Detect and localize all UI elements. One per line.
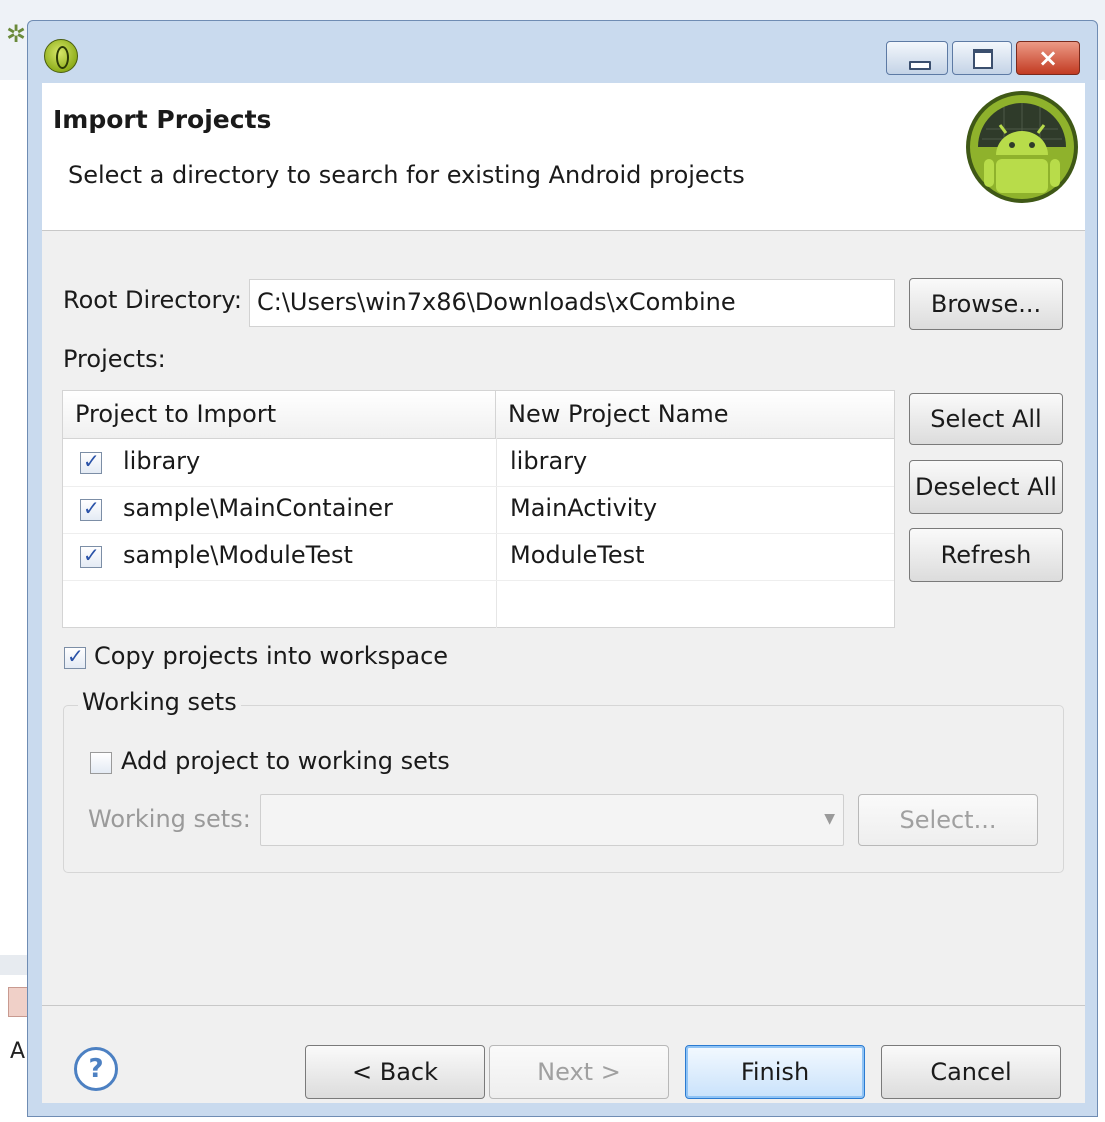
add-to-working-sets-checkbox[interactable]: [90, 752, 112, 774]
project-path: sample\MainContainer: [123, 494, 393, 522]
footer-separator: [42, 1005, 1085, 1006]
maximize-button[interactable]: [952, 41, 1012, 75]
back-button[interactable]: < Back: [305, 1045, 485, 1099]
wizard-header: Import Projects Select a directory to se…: [42, 83, 1085, 231]
page-title: Import Projects: [53, 105, 272, 134]
eclipse-icon: [44, 39, 78, 73]
cancel-button[interactable]: Cancel: [881, 1045, 1061, 1099]
android-logo: [966, 91, 1078, 203]
project-checkbox[interactable]: [80, 449, 102, 474]
select-all-button[interactable]: Select All: [909, 393, 1063, 445]
next-button[interactable]: Next >: [489, 1045, 669, 1099]
working-sets-field-label: Working sets:: [88, 805, 251, 833]
background-text: A: [10, 1039, 26, 1064]
help-icon[interactable]: ?: [74, 1047, 118, 1091]
minimize-button[interactable]: [886, 41, 948, 75]
add-to-working-sets-label[interactable]: Add project to working sets: [121, 747, 450, 775]
background-avatar-icon: [8, 987, 28, 1017]
table-row[interactable]: sample\MainContainer MainActivity: [63, 486, 894, 534]
copy-projects-checkbox[interactable]: [64, 644, 86, 669]
background-window-edge: A: [0, 955, 30, 1075]
new-project-name[interactable]: ModuleTest: [510, 533, 645, 580]
select-working-sets-button[interactable]: Select...: [858, 794, 1038, 846]
project-path: sample\ModuleTest: [123, 541, 353, 569]
dialog-body: Import Projects Select a directory to se…: [42, 83, 1085, 1103]
root-directory-input[interactable]: C:\Users\win7x86\Downloads\xCombine: [249, 279, 895, 327]
copy-projects-label[interactable]: Copy projects into workspace: [94, 642, 448, 670]
minimize-icon: [909, 61, 931, 70]
working-sets-dropdown[interactable]: ▼: [260, 794, 844, 846]
column-header-project-to-import[interactable]: Project to Import: [63, 391, 496, 438]
project-checkbox[interactable]: [80, 543, 102, 568]
column-header-new-project-name[interactable]: New Project Name: [496, 391, 894, 438]
new-project-name[interactable]: library: [510, 439, 587, 486]
projects-label: Projects:: [63, 345, 166, 373]
finish-button[interactable]: Finish: [685, 1045, 865, 1099]
chevron-down-icon: ▼: [824, 811, 835, 827]
refresh-button[interactable]: Refresh: [909, 528, 1063, 582]
new-project-name[interactable]: MainActivity: [510, 486, 657, 533]
import-projects-dialog: × Import Projects Select a directory to …: [27, 20, 1098, 1117]
browse-button[interactable]: Browse...: [909, 278, 1063, 330]
deselect-all-button[interactable]: Deselect All: [909, 460, 1063, 514]
projects-table: Project to Import New Project Name libra…: [62, 390, 895, 628]
background-app-icon: ✲: [6, 20, 27, 48]
root-directory-label: Root Directory:: [63, 286, 242, 314]
working-sets-group: Working sets Add project to working sets…: [63, 688, 1064, 873]
table-row[interactable]: library library: [63, 439, 894, 487]
project-checkbox[interactable]: [80, 496, 102, 521]
maximize-icon: [973, 49, 993, 69]
close-button[interactable]: ×: [1016, 41, 1080, 75]
project-path: library: [123, 447, 201, 475]
table-row[interactable]: sample\ModuleTest ModuleTest: [63, 533, 894, 581]
title-bar[interactable]: ×: [28, 21, 1097, 83]
working-sets-legend: Working sets: [78, 688, 241, 716]
table-header: Project to Import New Project Name: [63, 391, 894, 439]
close-icon: ×: [1037, 44, 1059, 72]
page-description: Select a directory to search for existin…: [68, 161, 745, 189]
background-bar: [0, 955, 30, 975]
